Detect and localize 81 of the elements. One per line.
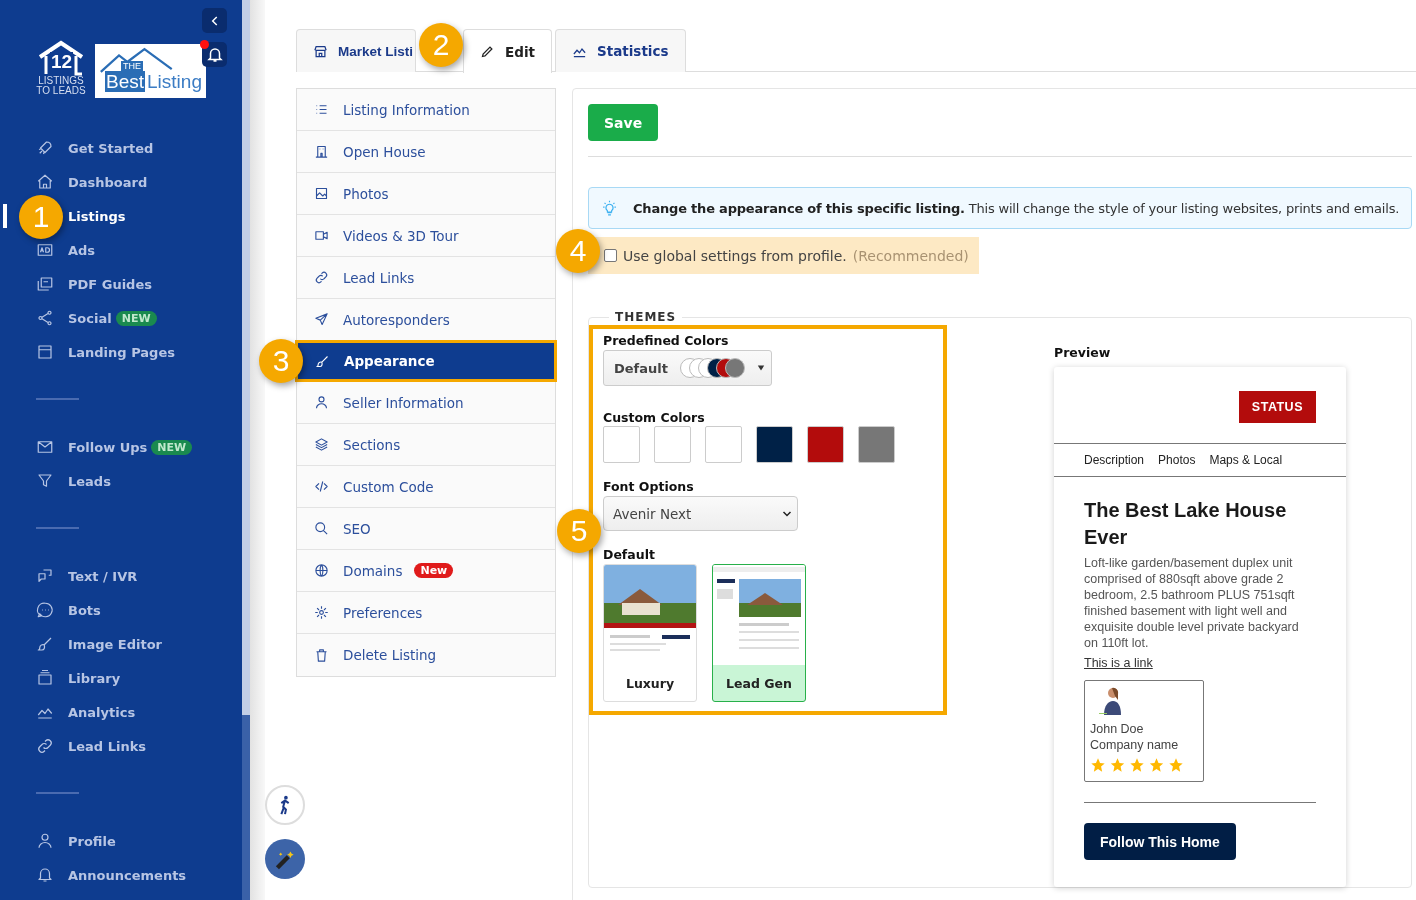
menu-label: Delete Listing bbox=[343, 647, 437, 663]
preview-tab[interactable]: Description bbox=[1084, 453, 1145, 467]
sidebar-item[interactable]: Bots bbox=[68, 602, 101, 618]
menu-label: Appearance bbox=[344, 353, 435, 369]
new-badge: NEW bbox=[115, 310, 157, 326]
tab[interactable]: Statistics bbox=[555, 29, 686, 72]
step-callout: 2 bbox=[419, 23, 463, 67]
themes-legend: THEMES bbox=[609, 310, 683, 324]
menu-item[interactable]: SEO bbox=[297, 508, 555, 550]
sidebar-item[interactable]: Landing Pages bbox=[68, 344, 175, 360]
sidebar-item[interactable]: Follow Ups NEW bbox=[68, 439, 193, 455]
menu-label: Autoresponders bbox=[343, 311, 450, 328]
checkbox-label: Use global settings from profile. bbox=[623, 247, 847, 264]
menu-item[interactable]: Domains New bbox=[297, 550, 555, 592]
new-badge: NEW bbox=[151, 439, 193, 455]
field-label: Predefined Colors bbox=[603, 333, 730, 348]
color-scheme-dropdown[interactable]: Default bbox=[603, 350, 772, 386]
menu-item[interactable]: Videos & 3D Tour bbox=[297, 215, 555, 257]
menu-label: Open House bbox=[343, 143, 426, 160]
menu-label: Preferences bbox=[343, 604, 423, 621]
menu-item[interactable]: Preferences bbox=[297, 592, 555, 634]
sample-link[interactable]: This is a link bbox=[1084, 656, 1153, 670]
sidebar-item[interactable]: Get Started bbox=[68, 140, 154, 156]
agent-company: Company name bbox=[1090, 737, 1180, 753]
sidebar-item[interactable]: Listings bbox=[68, 208, 126, 224]
sidebar-item[interactable]: Social NEW bbox=[68, 310, 157, 326]
menu-label: Domains bbox=[343, 562, 403, 579]
theme-card[interactable]: Luxury bbox=[603, 564, 697, 702]
sidebar-item[interactable]: Image Editor bbox=[68, 636, 162, 652]
sidebar-item[interactable]: Announcements bbox=[68, 867, 187, 883]
menu-label: Listing Information bbox=[343, 101, 470, 118]
menu-item[interactable]: Lead Links bbox=[297, 257, 555, 299]
follow-button[interactable]: Follow This Home bbox=[1084, 823, 1236, 860]
step-callout: 4 bbox=[556, 229, 600, 273]
agent-name: John Doe bbox=[1090, 721, 1145, 737]
theme-card[interactable]: Lead Gen bbox=[712, 564, 806, 702]
menu-label: SEO bbox=[343, 520, 371, 537]
preview-tab[interactable]: Photos bbox=[1158, 453, 1196, 467]
menu-label: Photos bbox=[343, 185, 389, 202]
theme-name: Luxury bbox=[624, 674, 676, 693]
tab[interactable]: Market Listi bbox=[296, 29, 417, 72]
menu-label: Lead Links bbox=[343, 269, 415, 286]
client-logo: THE Best Listing bbox=[95, 44, 206, 98]
menu-item[interactable]: Open House bbox=[297, 131, 555, 173]
recommended-hint: (Recommended) bbox=[852, 247, 969, 264]
preview-label: Preview bbox=[1054, 345, 1112, 360]
logo-text: TO LEADS bbox=[36, 86, 86, 96]
sidebar-item[interactable]: Dashboard bbox=[68, 174, 148, 190]
listing-description: Loft-like garden/basement duplex unit comprised of 880sqft above grade 2 bedroom, 2.5 bathroom PLUS 751sqft finished basement with light well and exquisite double level private backyard on 110ft lot. bbox=[1084, 555, 1300, 651]
menu-item[interactable]: Sections bbox=[297, 424, 555, 466]
menu-item[interactable]: Delete Listing bbox=[297, 634, 555, 676]
sidebar-item[interactable]: Lead Links bbox=[68, 738, 147, 754]
menu-item[interactable]: Photos bbox=[297, 173, 555, 215]
menu-item[interactable]: Seller Information bbox=[297, 382, 555, 424]
menu-item[interactable]: Appearance bbox=[295, 340, 557, 382]
sidebar-item[interactable]: Analytics bbox=[68, 704, 136, 720]
step-callout: 5 bbox=[557, 509, 601, 553]
field-label: Custom Colors bbox=[603, 410, 706, 425]
logo-text: LISTINGS bbox=[38, 76, 84, 86]
sidebar-item[interactable]: Text / IVR bbox=[68, 568, 138, 584]
alert-message: Change the appearance of this specific listing. This will change the style of your listing websites, prints and emails. bbox=[633, 200, 1400, 216]
menu-label: Sections bbox=[343, 436, 401, 453]
field-label: Default bbox=[603, 547, 656, 562]
status-badge: STATUS bbox=[1238, 391, 1316, 423]
new-badge: New bbox=[414, 563, 454, 578]
menu-label: Custom Code bbox=[343, 478, 434, 495]
font-select[interactable]: Avenir Next bbox=[603, 496, 798, 531]
menu-item[interactable]: Listing Information bbox=[297, 89, 555, 131]
menu-item[interactable]: Custom Code bbox=[297, 466, 555, 508]
menu-label: Seller Information bbox=[343, 394, 464, 411]
listing-title: The Best Lake House Ever bbox=[1084, 498, 1288, 550]
sidebar-item[interactable]: Profile bbox=[68, 833, 116, 849]
theme-name: Lead Gen bbox=[725, 674, 793, 693]
sidebar-item[interactable]: Library bbox=[68, 670, 121, 686]
tab[interactable]: Edit bbox=[463, 29, 552, 73]
sidebar-item[interactable]: PDF Guides bbox=[68, 276, 152, 292]
preview-tab[interactable]: Maps & Local bbox=[1209, 453, 1283, 467]
menu-label: Videos & 3D Tour bbox=[343, 227, 459, 244]
sidebar-item[interactable]: Leads bbox=[68, 473, 111, 489]
sidebar-item[interactable]: Ads bbox=[68, 242, 96, 258]
field-label: Font Options bbox=[603, 479, 695, 494]
